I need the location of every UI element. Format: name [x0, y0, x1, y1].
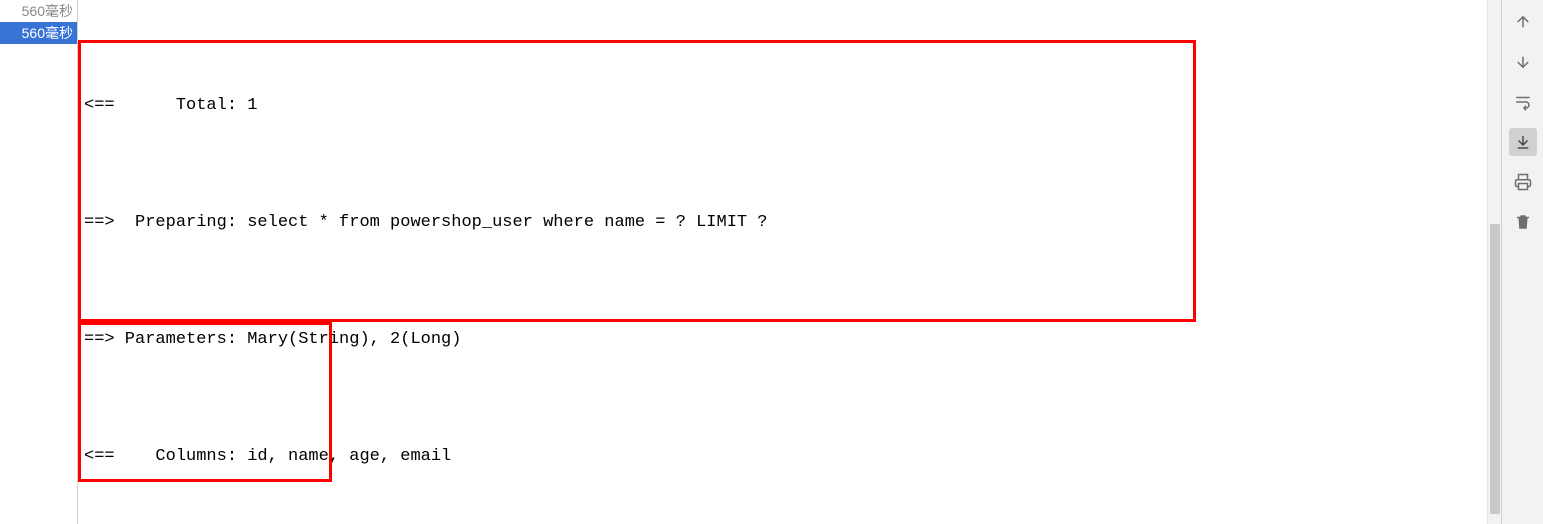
- scroll-thumb[interactable]: [1490, 224, 1500, 514]
- vertical-scrollbar[interactable]: [1487, 0, 1501, 524]
- console-toolbar: [1501, 0, 1543, 524]
- console-output: <== Total: 1 ==> Preparing: select * fro…: [78, 0, 1487, 524]
- print-button[interactable]: [1509, 168, 1537, 196]
- log-line: ==> Preparing: select * from powershop_u…: [84, 203, 1481, 242]
- gutter-timing[interactable]: 560毫秒: [0, 0, 77, 22]
- scroll-to-end-button[interactable]: [1509, 128, 1537, 156]
- soft-wrap-button[interactable]: [1509, 88, 1537, 116]
- gutter-timing-selected[interactable]: 560毫秒: [0, 22, 77, 44]
- scroll-down-button[interactable]: [1509, 48, 1537, 76]
- log-line: <== Columns: id, name, age, email: [84, 437, 1481, 476]
- trash-button[interactable]: [1509, 208, 1537, 236]
- gutter: 560毫秒 560毫秒: [0, 0, 78, 524]
- scroll-up-button[interactable]: [1509, 8, 1537, 36]
- log-line: ==> Parameters: Mary(String), 2(Long): [84, 320, 1481, 359]
- log-line: <== Total: 1: [84, 86, 1481, 125]
